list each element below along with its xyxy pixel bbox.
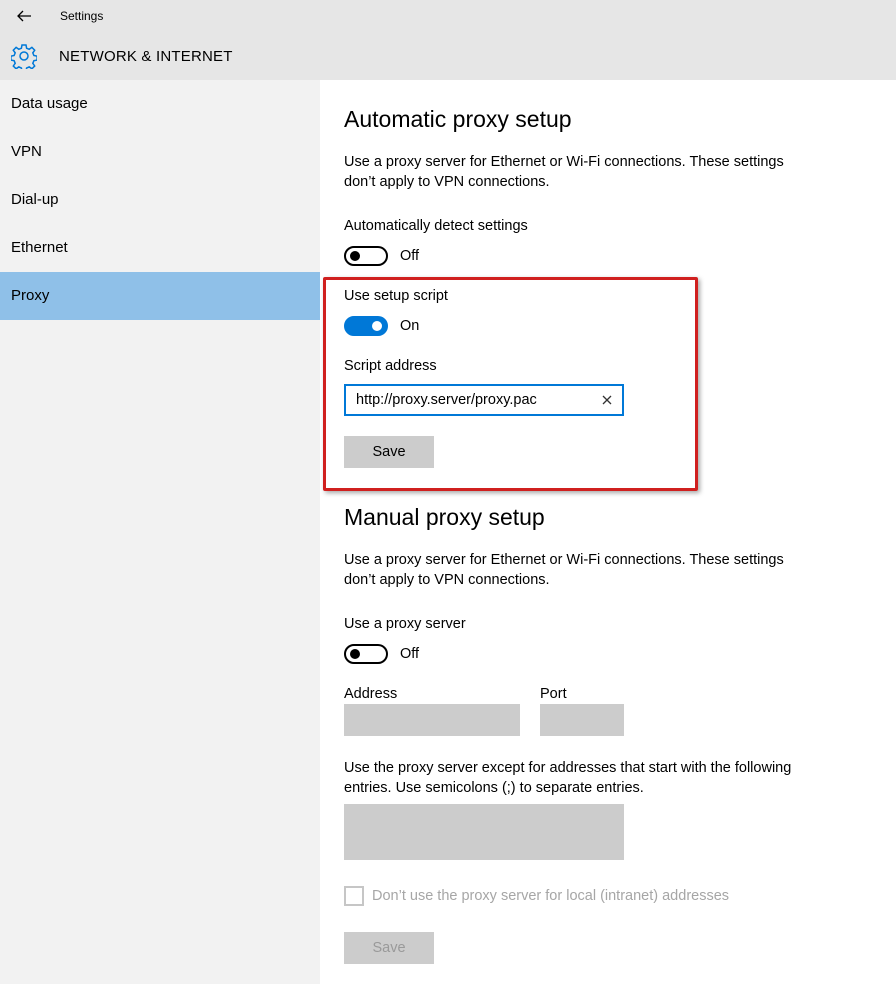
auto-detect-state: Off	[400, 248, 420, 264]
back-arrow-icon	[17, 10, 31, 22]
exceptions-input[interactable]	[344, 804, 624, 860]
address-input[interactable]	[344, 704, 520, 736]
sidebar-item-proxy[interactable]: Proxy	[0, 272, 320, 320]
manual-proxy-heading: Manual proxy setup	[344, 504, 545, 530]
gear-icon	[11, 44, 37, 69]
back-button[interactable]	[12, 4, 36, 28]
page-title: NETWORK & INTERNET	[59, 48, 233, 65]
automatic-proxy-heading: Automatic proxy setup	[344, 106, 572, 132]
sidebar-item-vpn[interactable]: VPN	[0, 128, 320, 176]
port-input[interactable]	[540, 704, 624, 736]
sidebar-item-ethernet[interactable]: Ethernet	[0, 224, 320, 272]
sidebar: Data usage VPN Dial-up Ethernet Proxy	[0, 80, 320, 984]
automatic-proxy-description: Use a proxy server for Ethernet or Wi-Fi…	[344, 154, 784, 190]
sidebar-item-dial-up[interactable]: Dial-up	[0, 176, 320, 224]
use-proxy-toggle[interactable]	[344, 644, 388, 664]
toggle-knob	[350, 649, 360, 659]
address-label: Address	[344, 686, 398, 702]
manual-save-button[interactable]: Save	[344, 932, 434, 964]
exceptions-description: Use the proxy server except for addresse…	[344, 760, 792, 796]
auto-detect-label: Automatically detect settings	[344, 218, 528, 234]
local-bypass-checkbox[interactable]	[344, 886, 364, 906]
content-pane: Automatic proxy setup Use a proxy server…	[320, 80, 896, 984]
local-bypass-label: Don’t use the proxy server for local (in…	[372, 888, 730, 904]
auto-detect-toggle[interactable]	[344, 246, 388, 266]
sidebar-item-data-usage[interactable]: Data usage	[0, 80, 320, 128]
toggle-knob	[350, 251, 360, 261]
manual-proxy-description: Use a proxy server for Ethernet or Wi-Fi…	[344, 552, 784, 588]
highlight-box	[323, 277, 698, 491]
app-title: Settings	[60, 9, 104, 23]
title-bar: Settings NETWORK & INTERNET	[0, 0, 896, 80]
use-proxy-label: Use a proxy server	[344, 616, 466, 632]
use-proxy-state: Off	[400, 646, 420, 662]
port-label: Port	[540, 686, 567, 702]
